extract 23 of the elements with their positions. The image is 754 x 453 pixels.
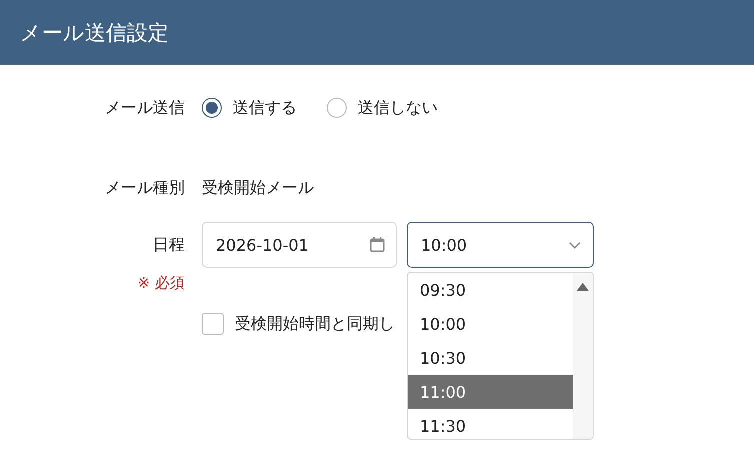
- page-title: メール送信設定: [20, 20, 169, 46]
- radio-option[interactable]: 送信しない: [327, 98, 438, 118]
- dropdown-option[interactable]: 11:30: [408, 409, 573, 439]
- field-label: メール送信: [105, 98, 185, 118]
- radio-button[interactable]: [202, 98, 222, 118]
- checkbox[interactable]: [202, 313, 224, 335]
- time-select[interactable]: 10:00: [407, 222, 594, 268]
- radio-button[interactable]: [327, 98, 347, 118]
- scroll-up-icon[interactable]: [577, 283, 589, 291]
- scrollbar[interactable]: [573, 273, 593, 439]
- dropdown-option[interactable]: 10:00: [408, 307, 573, 341]
- field-label: 日程: [153, 234, 185, 256]
- field-label: メール種別: [105, 178, 185, 198]
- checkbox-label[interactable]: 受検開始時間と同期し: [235, 314, 395, 334]
- radio-option[interactable]: 送信する: [202, 98, 297, 118]
- dropdown-option[interactable]: 11:00: [408, 375, 573, 409]
- date-field[interactable]: 2026-10-01: [202, 222, 397, 268]
- required-note: ※ 必須: [138, 274, 185, 292]
- field-value: 受検開始メール: [202, 178, 314, 198]
- dropdown-option[interactable]: 10:30: [408, 341, 573, 375]
- chevron-down-icon: [569, 242, 581, 248]
- dropdown-option[interactable]: 09:30: [408, 273, 573, 307]
- calendar-icon: [370, 237, 385, 253]
